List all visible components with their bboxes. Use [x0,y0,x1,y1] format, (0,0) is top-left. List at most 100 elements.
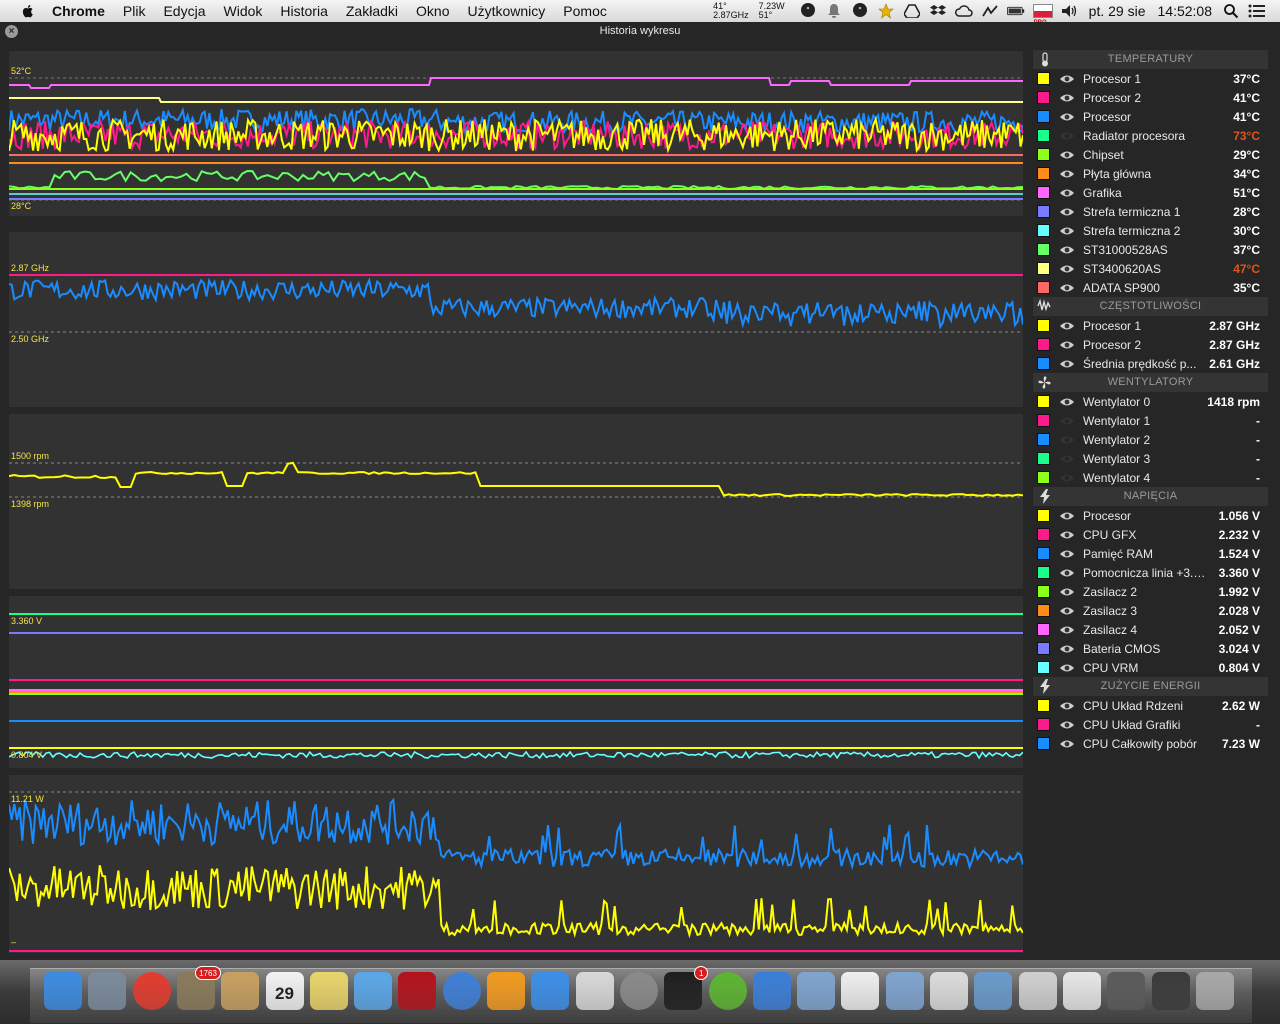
color-swatch[interactable] [1037,699,1050,712]
eye-icon[interactable] [1058,510,1076,522]
legend-row[interactable]: ST31000528AS 37°C [1033,240,1268,259]
color-swatch[interactable] [1037,547,1050,560]
utorrent-icon[interactable] [708,972,747,1010]
legend-row[interactable]: CPU VRM 0.804 V [1033,658,1268,677]
color-swatch[interactable] [1037,585,1050,598]
color-swatch[interactable] [1037,737,1050,750]
cloud-icon[interactable] [954,2,973,20]
menu-4[interactable]: Zakładki [337,0,407,22]
legend-row[interactable]: Procesor 1.056 V [1033,506,1268,525]
color-swatch[interactable] [1037,319,1050,332]
color-swatch[interactable] [1037,509,1050,522]
eye-icon[interactable] [1058,225,1076,237]
trash-icon[interactable] [1195,972,1234,1010]
input-language-flag[interactable]: PRO [1032,4,1053,26]
eye-icon[interactable] [1058,529,1076,541]
eye-icon[interactable] [1058,282,1076,294]
color-swatch[interactable] [1037,661,1050,674]
stack-icon[interactable] [1107,972,1146,1010]
eye-icon[interactable] [1058,149,1076,161]
legend-row[interactable]: Procesor 1 37°C [1033,69,1268,88]
eye-icon[interactable] [1058,662,1076,674]
document-icon[interactable] [841,972,880,1010]
calendar-icon[interactable]: 29 [265,972,304,1010]
legend-row[interactable]: Pomocnicza linia +3.3 V 3.360 V [1033,563,1268,582]
legend-row[interactable]: Średnia prędkość p... 2.61 GHz [1033,354,1268,373]
color-swatch[interactable] [1037,243,1050,256]
volume-icon[interactable] [1061,2,1079,20]
legend-row[interactable]: Zasilacz 3 2.028 V [1033,601,1268,620]
archive-icon[interactable] [930,972,968,1010]
eye-icon[interactable] [1058,111,1076,123]
color-swatch[interactable] [1037,528,1050,541]
eye-icon[interactable] [1058,339,1076,351]
tool-icon[interactable] [981,2,999,20]
legend-row[interactable]: Strefa termiczna 1 28°C [1033,202,1268,221]
menu-0[interactable]: Plik [114,0,155,22]
color-swatch[interactable] [1037,338,1050,351]
legend-row[interactable]: Procesor 2 41°C [1033,88,1268,107]
legend-row[interactable]: ST3400620AS 47°C [1033,259,1268,278]
legend-row[interactable]: Procesor 41°C [1033,107,1268,126]
color-swatch[interactable] [1037,718,1050,731]
legend-row[interactable]: Pamięć RAM 1.524 V [1033,544,1268,563]
color-swatch[interactable] [1037,357,1050,370]
clock-time[interactable]: 14:52:08 [1158,3,1213,19]
stack-icon[interactable] [1151,972,1190,1010]
eye-icon[interactable] [1058,700,1076,712]
color-swatch[interactable] [1037,642,1050,655]
color-swatch[interactable] [1037,471,1050,484]
folder-icon[interactable] [797,972,836,1010]
spotlight-search-icon[interactable] [1222,2,1240,20]
psi-icon[interactable] [752,972,791,1010]
eye-icon[interactable] [1058,73,1076,85]
color-swatch[interactable] [1037,433,1050,446]
color-swatch[interactable] [1037,281,1050,294]
terminal-icon[interactable]: 1 [664,966,709,1010]
eye-icon[interactable] [1058,453,1076,465]
color-swatch[interactable] [1037,566,1050,579]
star-icon[interactable] [877,2,895,20]
legend-row[interactable]: Chipset 29°C [1033,145,1268,164]
legend-row[interactable]: Strefa termiczna 2 30°C [1033,221,1268,240]
legend-row[interactable]: Radiator procesora 73°C [1033,126,1268,145]
menu-app-name[interactable]: Chrome [48,0,114,22]
color-swatch[interactable] [1037,205,1050,218]
legend-row[interactable]: CPU Układ Grafiki - [1033,715,1268,734]
color-swatch[interactable] [1037,604,1050,617]
photobooth-icon[interactable] [398,972,437,1010]
color-swatch[interactable] [1037,110,1050,123]
contacts-icon[interactable] [221,972,260,1010]
menu-5[interactable]: Okno [407,0,458,22]
eye-icon[interactable] [1058,168,1076,180]
eye-icon[interactable] [1058,738,1076,750]
itunes-icon[interactable] [442,972,481,1010]
eye-icon[interactable] [1058,130,1076,142]
legend-row[interactable]: ADATA SP900 35°C [1033,278,1268,297]
color-swatch[interactable] [1037,186,1050,199]
color-swatch[interactable] [1037,414,1050,427]
ibooks-icon[interactable] [487,972,525,1010]
power-status[interactable]: 7.23W 51° [759,2,785,20]
eye-icon[interactable] [1058,358,1076,370]
legend-row[interactable]: Wentylator 0 1418 rpm [1033,392,1268,411]
legend-row[interactable]: Grafika 51°C [1033,183,1268,202]
messages-icon[interactable] [354,972,393,1010]
appstore-icon[interactable] [531,972,570,1010]
menu-3[interactable]: Historia [271,0,336,22]
mail-icon[interactable]: 1763 [176,966,221,1010]
eye-icon[interactable] [1058,624,1076,636]
legend-row[interactable]: Płyta główna 34°C [1033,164,1268,183]
color-swatch[interactable] [1037,167,1050,180]
system-preferences-icon[interactable] [619,972,658,1010]
eye-icon[interactable] [1058,472,1076,484]
legend-row[interactable]: CPU Całkowity pobór 7.23 W [1033,734,1268,753]
legend-row[interactable]: Wentylator 4 - [1033,468,1268,487]
image-file-icon[interactable] [974,972,1013,1010]
eye-icon[interactable] [1058,643,1076,655]
clock-date[interactable]: pt. 29 sie [1089,3,1146,19]
hangouts-icon[interactable]: " [799,2,817,20]
battery-icon[interactable] [1006,2,1025,20]
color-swatch[interactable] [1037,224,1050,237]
notification-center-icon[interactable] [1248,2,1266,20]
